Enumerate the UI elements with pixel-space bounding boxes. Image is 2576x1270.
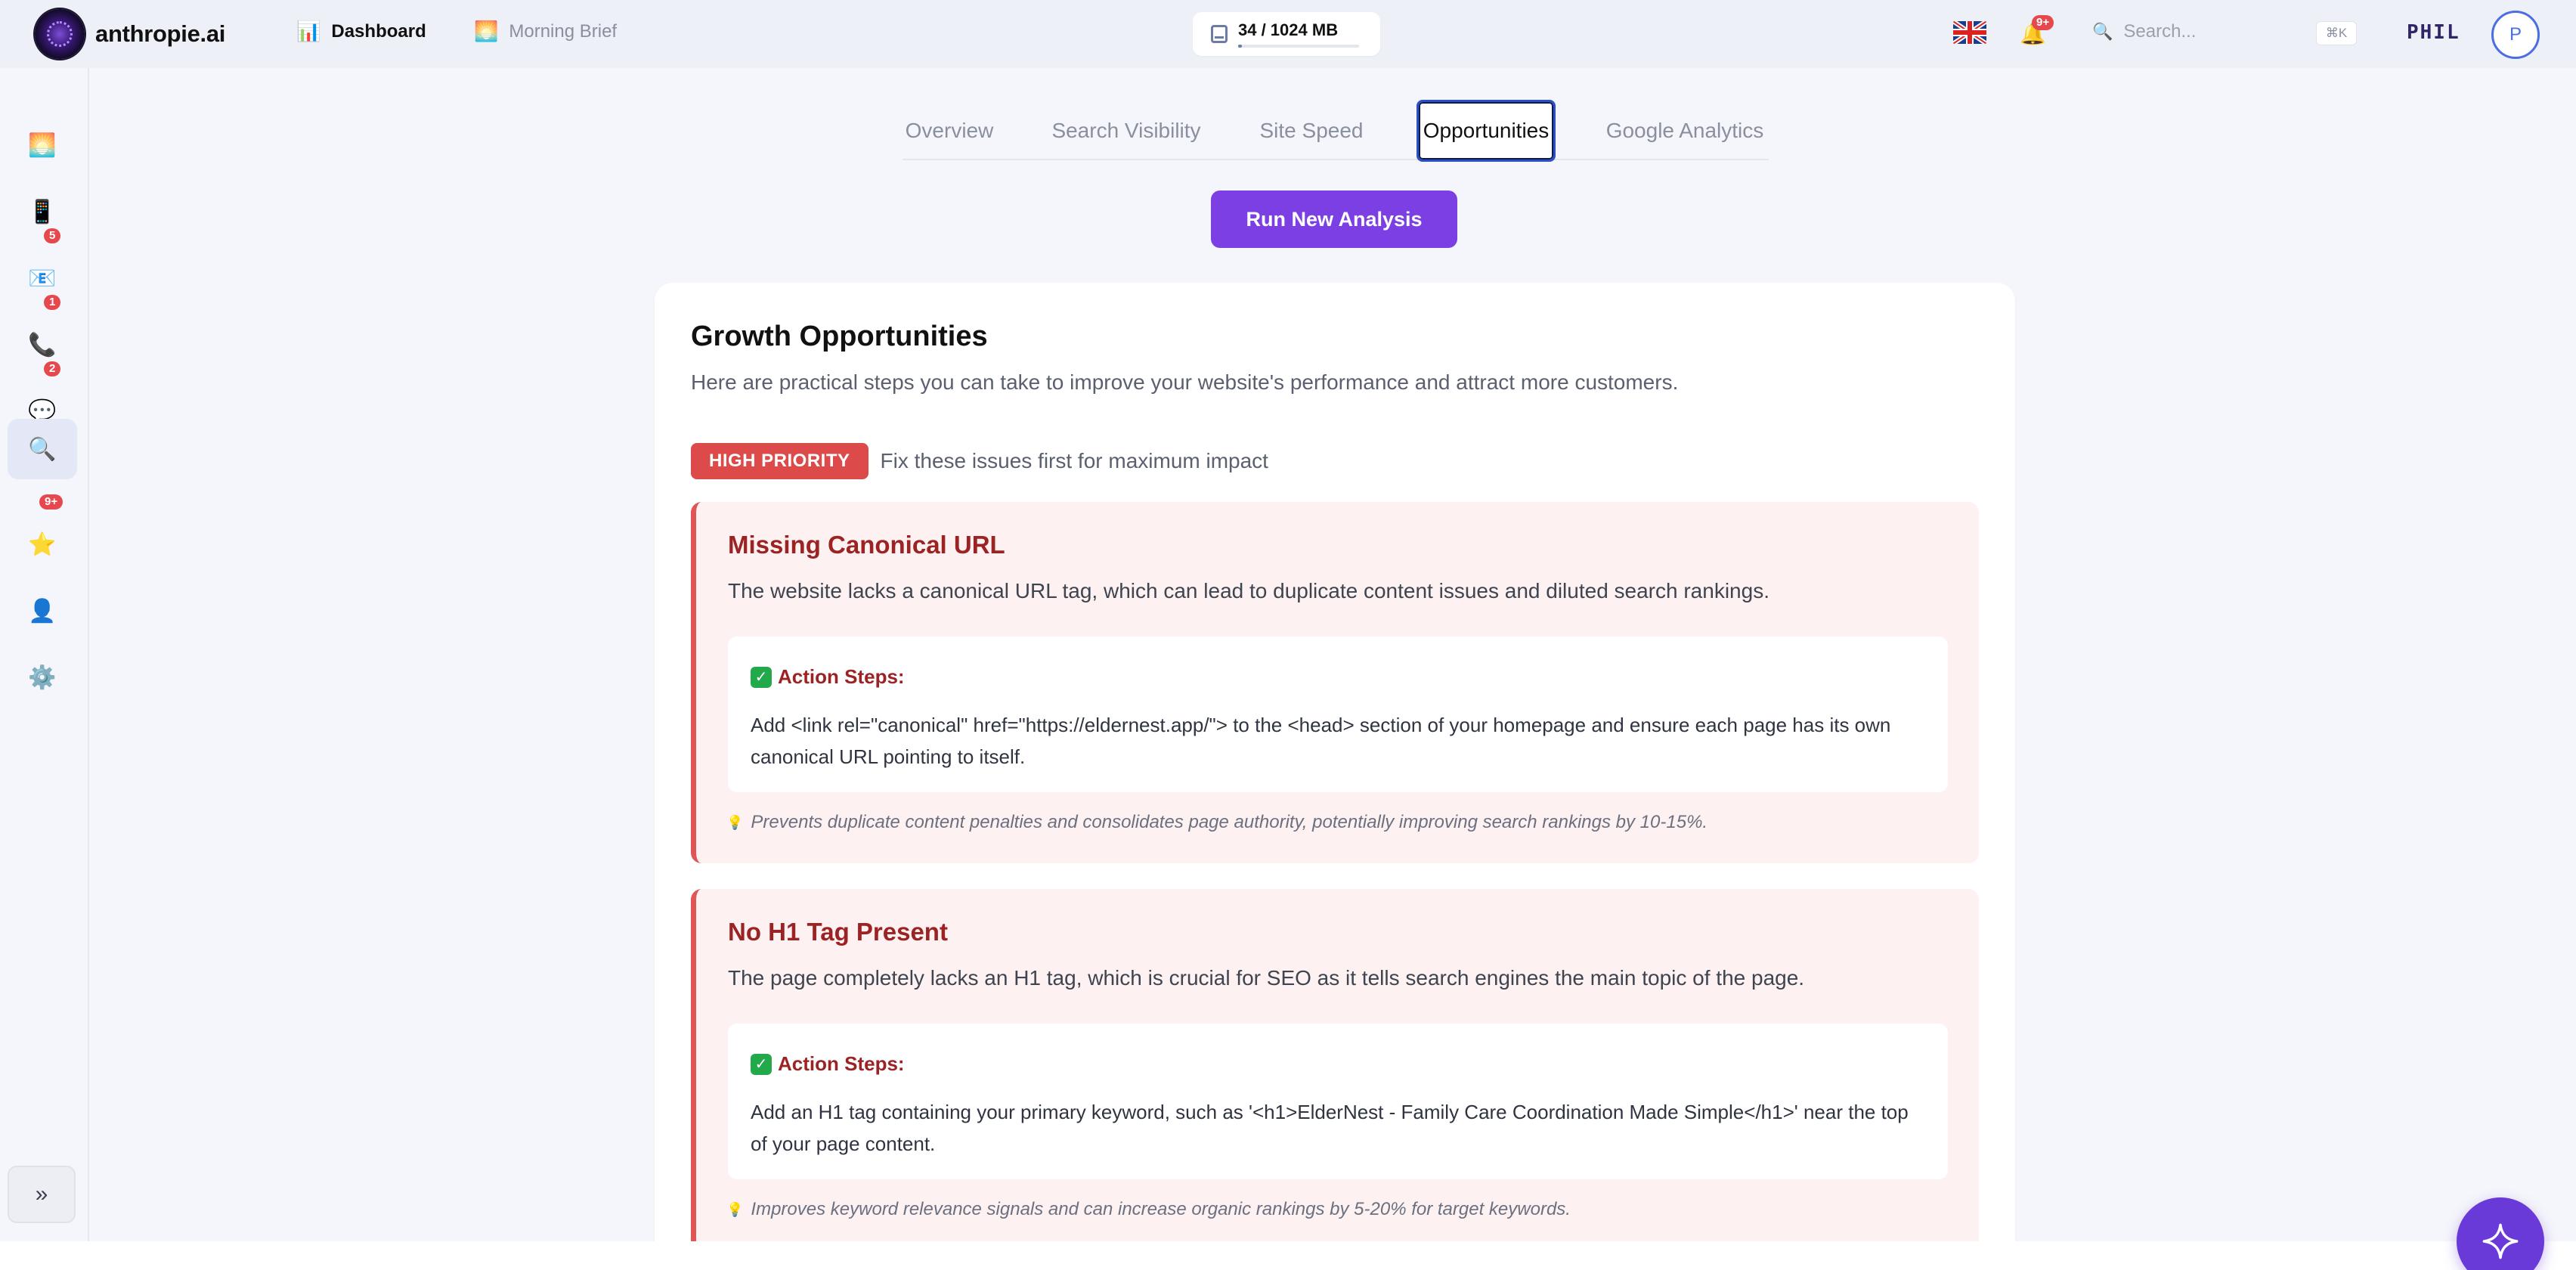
check-icon: ✓ [751, 1053, 772, 1075]
action-steps-text: Add <link rel="canonical" href="https://… [751, 714, 1891, 768]
action-steps-label: ✓ Action Steps: [751, 665, 905, 689]
lightbulb-icon: 💡 [726, 1201, 744, 1217]
panel-title: Growth Opportunities [691, 321, 988, 352]
impact-note: 💡 Improves keyword relevance signals and… [726, 1199, 1571, 1220]
storage-bar [1238, 45, 1359, 48]
opportunity-card: Missing Canonical URL The website lacks … [691, 502, 1979, 863]
card-title: Missing Canonical URL [728, 531, 1005, 559]
card-description: The page completely lacks an H1 tag, whi… [728, 966, 1805, 990]
sidebar-item-reviews[interactable]: ⭐ [8, 514, 77, 575]
check-icon: ✓ [751, 666, 772, 688]
brand-name: anthropie.ai [95, 20, 226, 47]
lightbulb-icon: 💡 [726, 814, 744, 830]
high-priority-badge: HIGH PRIORITY [691, 443, 868, 479]
storage-indicator[interactable]: 34 / 1024 MB [1193, 12, 1380, 56]
impact-text: Prevents duplicate content penalties and… [751, 812, 1708, 832]
nav-dashboard[interactable]: 📊 Dashboard [296, 20, 426, 43]
tab-site-speed[interactable]: Site Speed [1258, 101, 1365, 160]
nav-dashboard-label: Dashboard [331, 20, 426, 42]
phone-call-icon: 📞 [28, 332, 57, 358]
priority-header: HIGH PRIORITY Fix these issues first for… [691, 443, 1268, 479]
impact-text: Improves keyword relevance signals and c… [751, 1199, 1571, 1219]
tab-opportunities[interactable]: Opportunities [1416, 100, 1556, 162]
logo-icon [35, 9, 85, 59]
impact-note: 💡 Prevents duplicate content penalties a… [726, 812, 1708, 833]
card-title: No H1 Tag Present [728, 918, 948, 946]
disk-icon [1211, 25, 1228, 43]
tab-google-analytics[interactable]: Google Analytics [1605, 101, 1764, 160]
nav-morning-brief-label: Morning Brief [509, 20, 618, 42]
action-steps-label: ✓ Action Steps: [751, 1052, 905, 1076]
action-steps-heading: Action Steps: [778, 665, 905, 688]
notifications-badge: 9+ [2032, 15, 2054, 30]
action-steps-box: ✓ Action Steps: Add <link rel="canonical… [728, 637, 1948, 792]
opportunity-card: No H1 Tag Present The page completely la… [691, 889, 1979, 1250]
action-steps-text: Add an H1 tag containing your primary ke… [751, 1101, 1909, 1155]
user-icon: 👤 [28, 598, 57, 624]
tab-bar: Overview Search Visibility Site Speed Op… [903, 100, 1769, 162]
search-box[interactable]: 🔍 [2092, 21, 2305, 42]
sidebar-item-calls[interactable]: 📞 [8, 314, 77, 375]
storage-text: 34 / 1024 MB [1238, 20, 1339, 39]
search-icon: 🔍 [2092, 22, 2113, 41]
action-steps-heading: Action Steps: [778, 1052, 905, 1075]
growth-opportunities-panel: Growth Opportunities Here are practical … [655, 283, 2015, 1270]
avatar[interactable]: P [2491, 11, 2540, 59]
bar-chart-icon: 📊 [296, 20, 321, 42]
tab-overview[interactable]: Overview [903, 101, 996, 160]
user-name[interactable]: PHIL [2407, 21, 2460, 44]
uk-flag-icon[interactable] [1953, 21, 1986, 44]
sidebar-item-morning-brief[interactable]: 🌅 [8, 115, 77, 175]
storage-bar-fill [1238, 45, 1243, 48]
nav-morning-brief[interactable]: 🌅 Morning Brief [474, 20, 617, 43]
star-icon: ⭐ [28, 531, 57, 557]
sparkle-icon [2482, 1223, 2519, 1259]
mail-badge: 5 [44, 228, 61, 243]
phone-device-icon: 📱 [28, 199, 57, 225]
chat-badge: 2 [44, 361, 61, 376]
gear-icon: ⚙️ [28, 664, 57, 690]
run-new-analysis-button[interactable]: Run New Analysis [1211, 190, 1457, 248]
panel-subtitle: Here are practical steps you can take to… [691, 370, 1679, 394]
sidebar-item-mail[interactable]: 📧 [8, 248, 77, 308]
card-description: The website lacks a canonical URL tag, w… [728, 579, 1769, 602]
sunrise-icon: 🌅 [28, 132, 57, 158]
sidebar: 🌅 📱 📧 5 📞 1 💬 2 🔍 ⭐ 9+ 👤 ⚙️ » [0, 68, 89, 1241]
brand-link[interactable]: anthropie.ai [35, 9, 225, 59]
bottom-strip [0, 1241, 2576, 1270]
sidebar-item-mobile[interactable]: 📱 [8, 181, 77, 242]
search-input[interactable] [2123, 21, 2305, 42]
sidebar-collapse-button[interactable]: » [8, 1166, 76, 1223]
action-steps-box: ✓ Action Steps: Add an H1 tag containing… [728, 1024, 1948, 1179]
search-shortcut: ⌘K [2316, 21, 2357, 45]
sidebar-item-profile[interactable]: 👤 [8, 581, 77, 641]
sidebar-item-seo[interactable]: 🔍 [8, 419, 77, 479]
sunrise-icon: 🌅 [474, 20, 499, 42]
mail-icon: 📧 [28, 265, 57, 291]
top-bar: anthropie.ai 📊 Dashboard 🌅 Morning Brief… [0, 0, 2576, 68]
tab-search-visibility[interactable]: Search Visibility [1051, 101, 1202, 160]
priority-text: Fix these issues first for maximum impac… [880, 449, 1268, 472]
search-icon: 🔍 [28, 436, 57, 462]
sidebar-item-settings[interactable]: ⚙️ [8, 647, 77, 708]
calls-badge: 1 [44, 295, 61, 310]
reviews-badge: 9+ [39, 494, 63, 510]
ai-assistant-button[interactable] [2457, 1197, 2544, 1270]
